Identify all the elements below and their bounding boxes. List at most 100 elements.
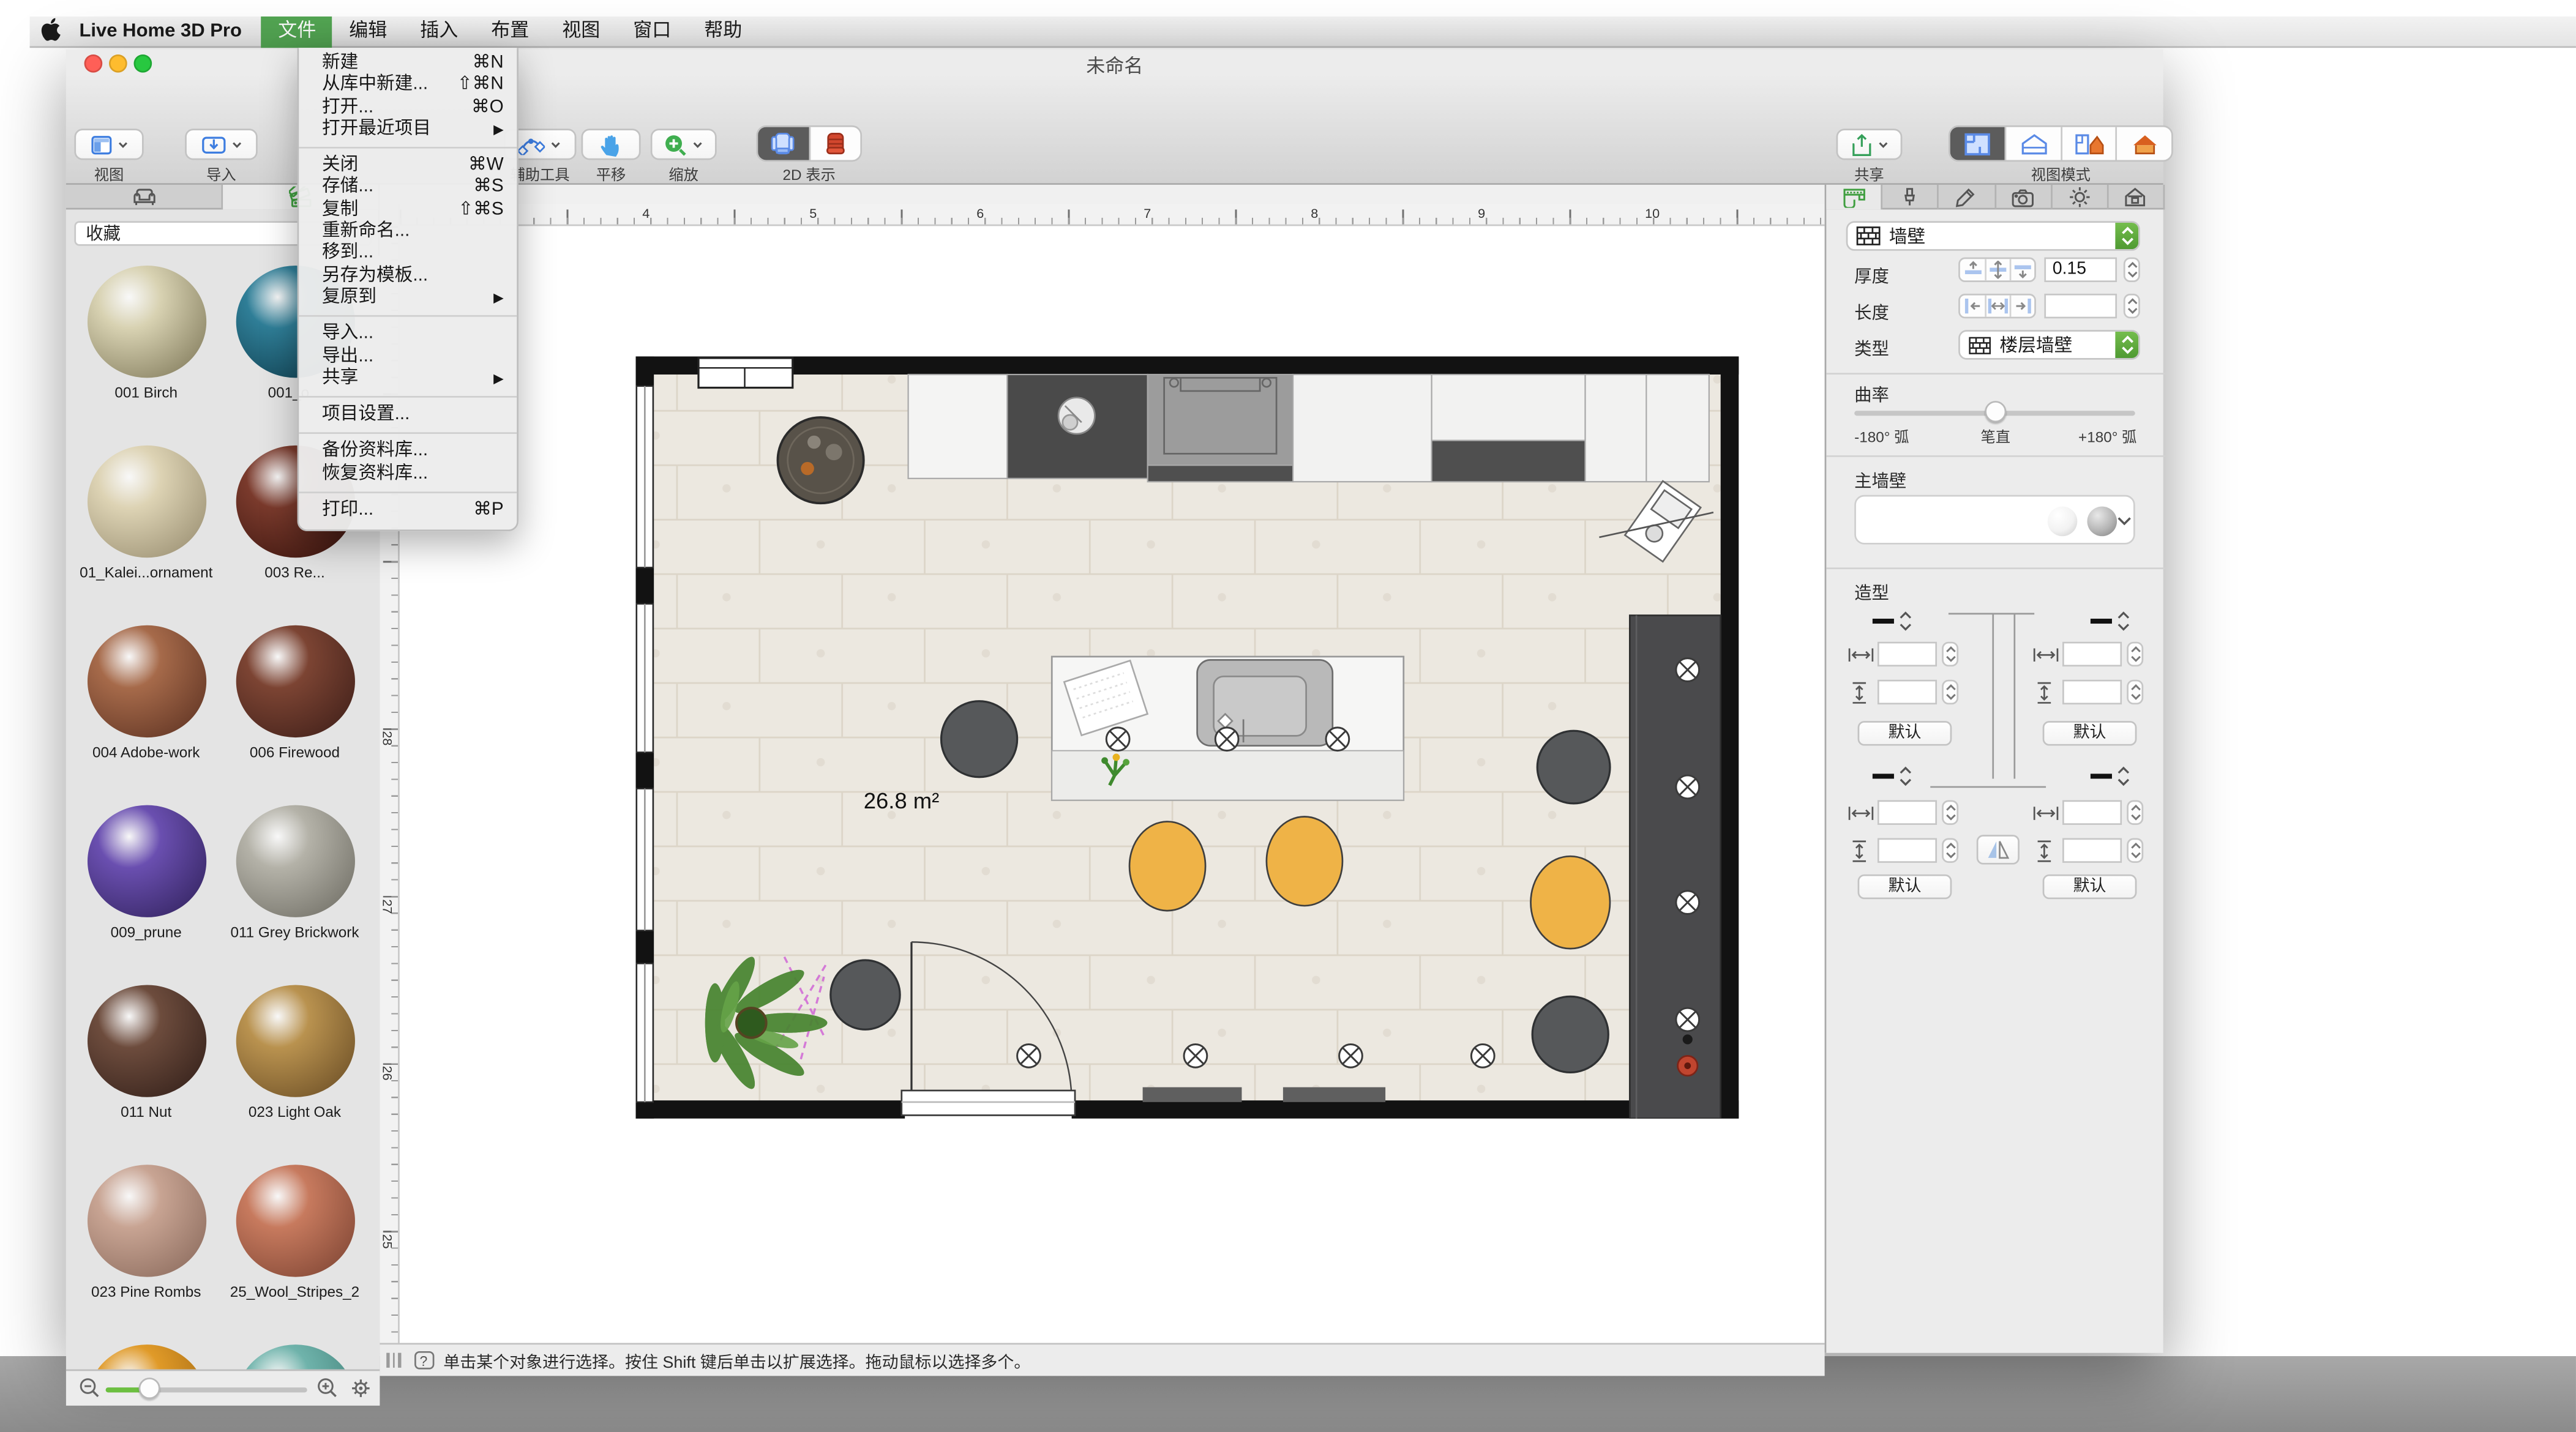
shape-top-left-width-stepper[interactable] (1942, 642, 1958, 666)
tab-edit-pencil[interactable] (1939, 185, 1996, 209)
line-style-stepper[interactable] (2091, 766, 2130, 787)
material-item[interactable]: 009_prune (73, 795, 220, 940)
shape-bottom-right-height-input[interactable] (2062, 838, 2122, 863)
shape-bottom-left-height-input[interactable] (1878, 838, 1937, 863)
apple-menu-icon[interactable] (30, 17, 73, 45)
material-item[interactable]: 023 Light Oak (221, 975, 368, 1120)
menu-item[interactable]: 存储...⌘S (299, 177, 517, 200)
thickness-align-top[interactable] (1960, 259, 1985, 280)
menu-item[interactable]: 共享▶ (299, 368, 517, 390)
main-wall-material-well[interactable] (1854, 495, 2135, 545)
zoom-tool-button[interactable] (651, 129, 717, 160)
shape-top-right-width-stepper[interactable] (2127, 642, 2143, 666)
shape-top-right-height-input[interactable] (2062, 680, 2122, 704)
shape-top-right-height-stepper[interactable] (2127, 680, 2143, 704)
menu-item[interactable]: 新建⌘N (299, 53, 517, 75)
menu-item[interactable]: 打开...⌘O (299, 97, 517, 119)
menubar-item[interactable]: 文件 (261, 16, 332, 47)
shape-top-right-width-input[interactable] (2062, 642, 2122, 666)
menu-item[interactable]: 备份资料库... (299, 441, 517, 463)
material-item[interactable]: 011 Grey Brickwork (221, 795, 368, 940)
shape-top-left-height-input[interactable] (1878, 680, 1937, 704)
line-style-stepper[interactable] (2091, 610, 2130, 632)
menu-item[interactable]: 导出... (299, 346, 517, 368)
splitter-grip[interactable] (386, 1353, 400, 1368)
rep-3d-segment[interactable] (809, 127, 861, 160)
view-mode-split-segment[interactable] (2061, 127, 2116, 160)
wall-type-dropdown[interactable]: 楼层墙壁 (1958, 330, 2140, 360)
thickness-align-bottom[interactable] (2010, 259, 2034, 280)
menubar-item[interactable]: 帮助 (687, 16, 758, 47)
length-stepper[interactable] (2124, 294, 2140, 318)
line-style-stepper[interactable] (1873, 766, 1912, 787)
menu-item[interactable]: 关闭⌘W (299, 155, 517, 177)
menu-item[interactable]: 从库中新建...⇧⌘N (299, 75, 517, 97)
thickness-input[interactable]: 0.15 (2044, 258, 2117, 282)
tab-camera[interactable] (1996, 185, 2052, 209)
shape-top-left-default-button[interactable]: 默认 (1858, 721, 1952, 745)
shape-bottom-right-width-stepper[interactable] (2127, 800, 2143, 825)
import-button[interactable] (185, 129, 258, 160)
floorplan-drawing[interactable] (635, 356, 1739, 1119)
material-item[interactable]: 25_Wool_Stripes_2 (221, 1155, 368, 1300)
menu-item[interactable]: 导入... (299, 324, 517, 346)
menubar-item[interactable]: 布置 (474, 16, 545, 47)
tab-building[interactable] (2108, 185, 2165, 209)
material-item[interactable]: 006 Firewood (221, 616, 368, 761)
thickness-align-center[interactable] (1985, 259, 2009, 280)
menubar-item[interactable]: 窗口 (616, 16, 687, 47)
menu-item[interactable]: 打印...⌘P (299, 500, 517, 522)
menubar-item[interactable]: 视图 (545, 16, 616, 47)
length-align-both[interactable] (1985, 296, 2009, 317)
shape-bottom-left-default-button[interactable]: 默认 (1858, 874, 1952, 899)
tab-lighting[interactable] (2052, 185, 2108, 209)
pan-tool-button[interactable] (581, 129, 640, 160)
menu-item[interactable]: 另存为模板... (299, 265, 517, 287)
view-mode-elevation-segment[interactable] (2005, 127, 2061, 160)
material-item[interactable]: 001 Birch (73, 256, 220, 401)
view-tool-button[interactable] (74, 129, 143, 160)
shape-bottom-left-width-stepper[interactable] (1942, 800, 1958, 825)
object-type-dropdown[interactable]: 墙壁 (1846, 221, 2140, 251)
thickness-stepper[interactable] (2124, 258, 2140, 282)
menu-item[interactable]: 打开最近项目▶ (299, 119, 517, 141)
view-mode-3d-segment[interactable] (2116, 127, 2171, 160)
length-align-end[interactable] (2010, 296, 2034, 317)
tab-object-properties[interactable] (1826, 185, 1882, 209)
material-item[interactable]: 004 Adobe-work (73, 616, 220, 761)
menubar-item[interactable]: 插入 (403, 16, 474, 47)
material-item[interactable] (73, 1335, 220, 1370)
thumbnail-size-slider-thumb[interactable] (139, 1378, 160, 1399)
menu-item[interactable]: 恢复资料库... (299, 463, 517, 485)
menubar-item[interactable]: 编辑 (332, 16, 403, 47)
share-button[interactable] (1837, 129, 1903, 160)
material-item[interactable] (221, 1335, 368, 1370)
gear-icon[interactable] (350, 1378, 372, 1399)
rep-2d-selected-segment[interactable] (758, 127, 809, 160)
shape-bottom-left-width-input[interactable] (1878, 800, 1937, 825)
menu-item[interactable]: 移到... (299, 243, 517, 265)
material-item[interactable]: 011 Nut (73, 975, 220, 1120)
menu-item[interactable]: 复制⇧⌘S (299, 200, 517, 222)
shape-bottom-left-height-stepper[interactable] (1942, 838, 1958, 863)
view-mode-floorplan-segment[interactable] (1950, 127, 2005, 160)
shape-bottom-right-default-button[interactable]: 默认 (2043, 874, 2137, 899)
zoom-out-icon[interactable] (79, 1378, 100, 1399)
tab-materials-paint[interactable] (1882, 185, 1939, 209)
plan-canvas[interactable]: 45678910 28272625 i (380, 185, 1824, 1343)
mirror-flip-button[interactable] (1977, 835, 2020, 865)
line-style-stepper[interactable] (1873, 610, 1912, 632)
tab-furniture[interactable] (66, 185, 223, 209)
shape-top-left-width-input[interactable] (1878, 642, 1937, 666)
menu-item[interactable]: 重新命名... (299, 221, 517, 243)
length-align-start[interactable] (1960, 296, 1985, 317)
curvature-slider-thumb[interactable] (1985, 401, 2006, 422)
length-input[interactable] (2044, 294, 2117, 318)
menu-item[interactable]: 复原到▶ (299, 287, 517, 309)
material-item[interactable]: 01_Kalei...ornament (73, 436, 220, 581)
zoom-in-icon[interactable] (317, 1378, 339, 1399)
shape-bottom-right-width-input[interactable] (2062, 800, 2122, 825)
shape-top-right-default-button[interactable]: 默认 (2043, 721, 2137, 745)
shape-top-left-height-stepper[interactable] (1942, 680, 1958, 704)
menu-item[interactable]: 项目设置... (299, 405, 517, 427)
